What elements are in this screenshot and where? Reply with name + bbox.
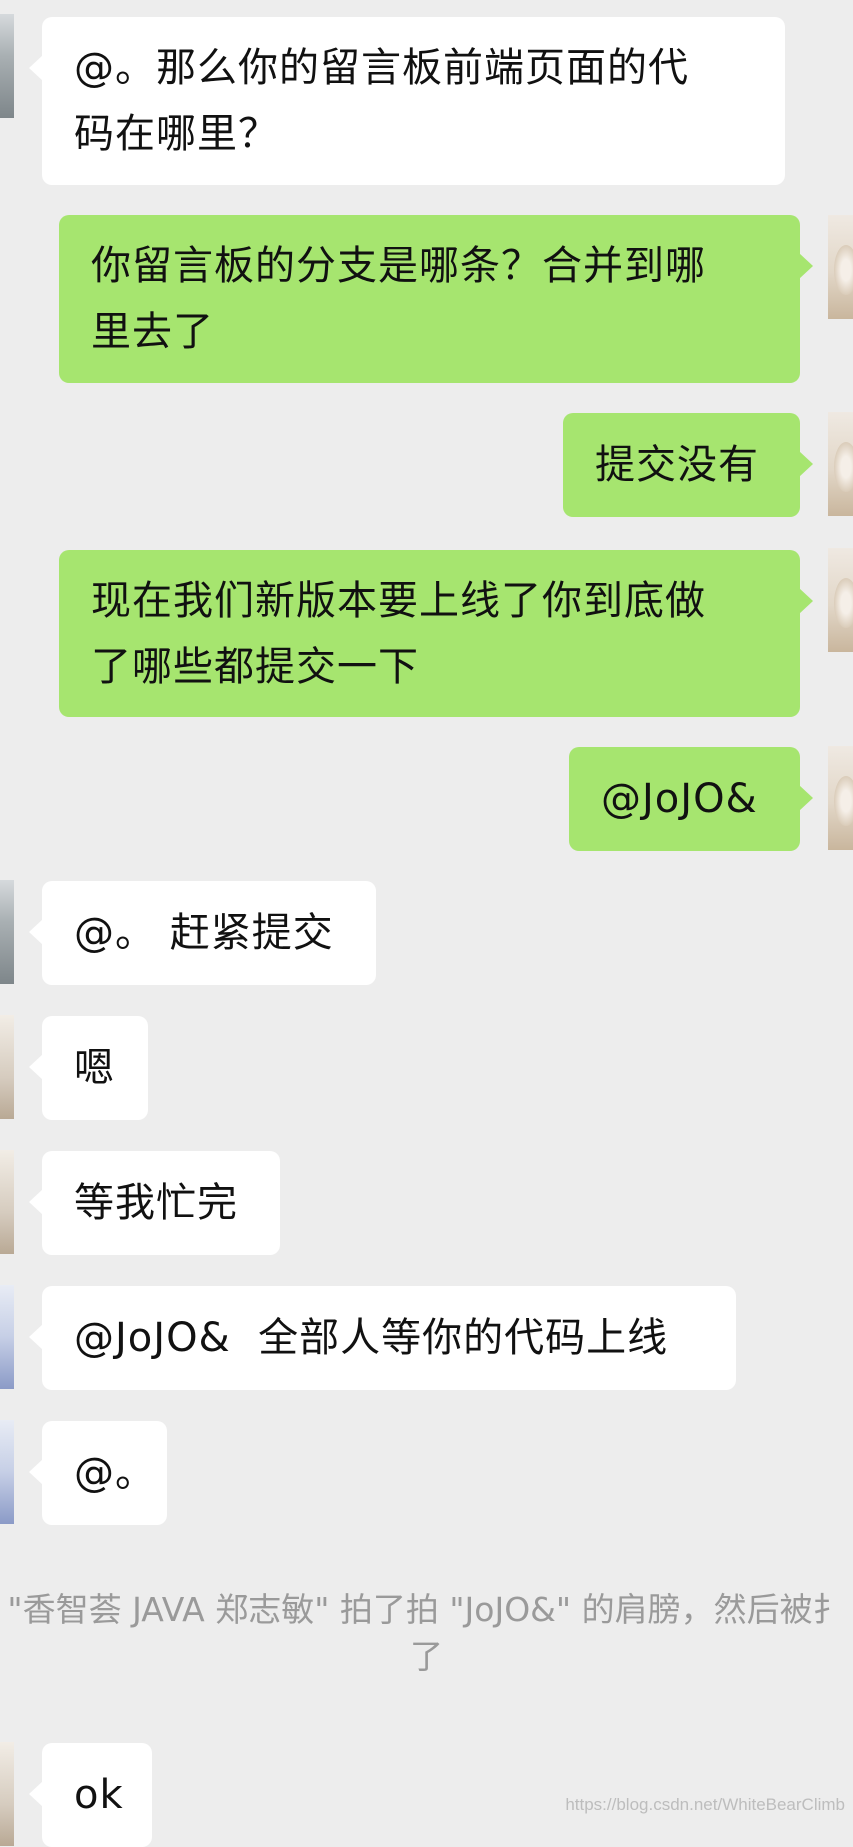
message-bubble[interactable]: @。那么你的留言板前端页面的代 码在哪里？: [29, 17, 785, 185]
avatar[interactable]: [828, 412, 853, 516]
avatar[interactable]: [0, 1285, 14, 1389]
message-bubble[interactable]: @JoJO& 全部人等你的代码上线: [29, 1286, 736, 1390]
message-bubble[interactable]: 等我忙完: [29, 1151, 280, 1255]
avatar[interactable]: [0, 1420, 14, 1524]
avatar[interactable]: [0, 1742, 14, 1846]
avatar[interactable]: [0, 1015, 14, 1119]
avatar[interactable]: [0, 880, 14, 984]
avatar[interactable]: [828, 215, 853, 319]
message-bubble[interactable]: 嗯: [29, 1016, 148, 1120]
pat-notice-line: 了: [410, 1637, 443, 1676]
message-bubble[interactable]: @JoJO&: [569, 747, 813, 851]
message-bubble[interactable]: ok: [29, 1743, 152, 1847]
message-bubble[interactable]: 你留言板的分支是哪条？合并到哪 里去了: [59, 215, 813, 383]
message-bubble[interactable]: 现在我们新版本要上线了你到底做 了哪些都提交一下: [59, 550, 813, 717]
avatar[interactable]: [0, 14, 14, 118]
message-bubble[interactable]: @。: [29, 1421, 167, 1525]
watermark: https://blog.csdn.net/WhiteBearClimb: [565, 1795, 845, 1814]
pat-notice-line: "香智荟 JAVA 郑志敏" 拍了拍 "JoJO&" 的肩膀，然后被扌: [7, 1590, 846, 1629]
message-bubble[interactable]: 提交没有: [563, 413, 813, 517]
avatar[interactable]: [0, 1150, 14, 1254]
message-bubble[interactable]: @。 赶紧提交: [29, 881, 376, 985]
avatar[interactable]: [828, 746, 853, 850]
avatar[interactable]: [828, 548, 853, 652]
